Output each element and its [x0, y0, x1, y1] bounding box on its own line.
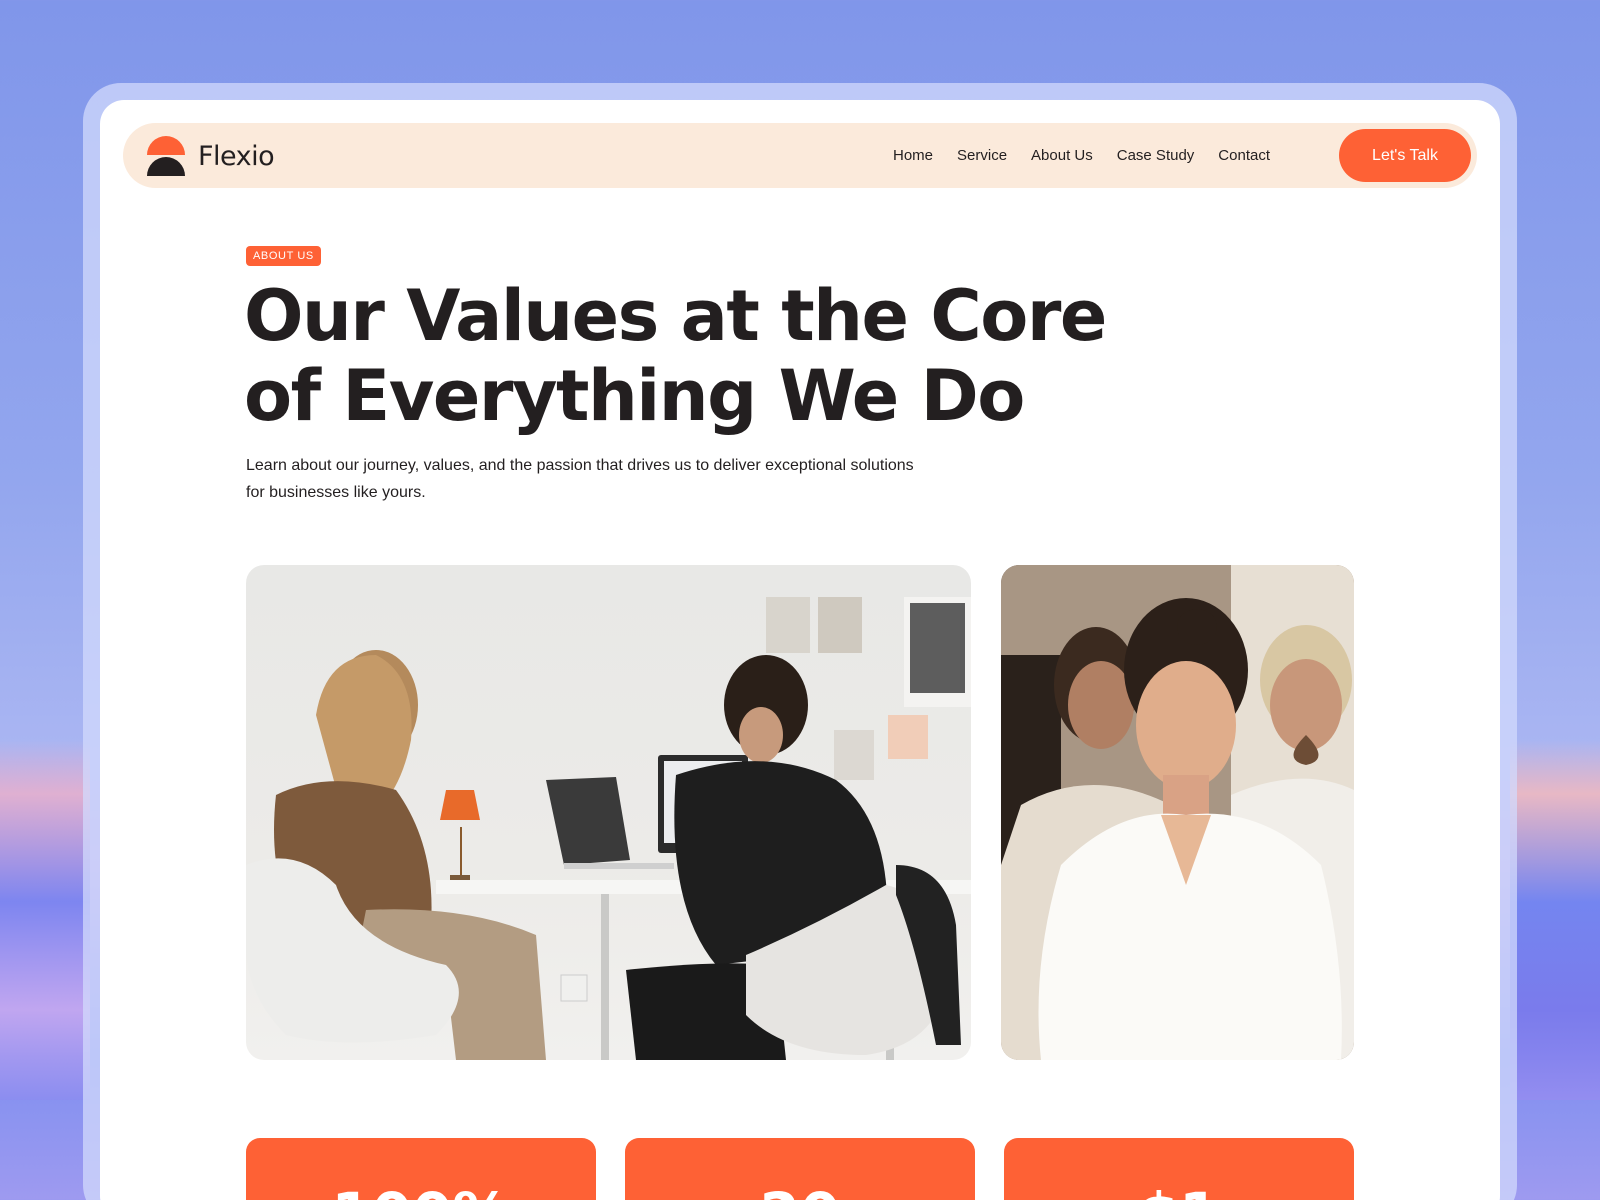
stat-value: 20 [625, 1180, 975, 1200]
stat-card: $1 [1004, 1138, 1354, 1200]
nav-link-home[interactable]: Home [893, 147, 933, 164]
nav-links: Home Service About Us Case Study Contact [893, 123, 1294, 188]
nav-link-contact[interactable]: Contact [1218, 147, 1270, 164]
logo-icon [146, 136, 186, 176]
stats-row: 100% 20 $1 [246, 1138, 1354, 1200]
nav-link-about-us[interactable]: About Us [1031, 147, 1093, 164]
section-badge: ABOUT US [246, 246, 321, 266]
page-title-line-1: Our Values at the Core [244, 275, 1107, 357]
page: Flexio Home Service About Us Case Study … [100, 100, 1500, 1200]
background-glow-left [0, 740, 90, 1100]
office-illustration [246, 597, 971, 1060]
brand-logo[interactable]: Flexio [146, 136, 275, 176]
navbar: Flexio Home Service About Us Case Study … [123, 123, 1477, 188]
page-subtitle: Learn about our journey, values, and the… [246, 457, 914, 501]
lets-talk-button[interactable]: Let's Talk [1339, 129, 1471, 182]
office-photo [246, 565, 971, 1060]
nav-link-case-study[interactable]: Case Study [1117, 147, 1195, 164]
team-illustration [1001, 565, 1354, 1060]
nav-link-service[interactable]: Service [957, 147, 1007, 164]
brand-name: Flexio [198, 140, 275, 172]
page-title: Our Values at the Core of Everything We … [244, 276, 1124, 436]
stat-value: $1 [1004, 1180, 1354, 1200]
team-photo [1001, 565, 1354, 1060]
stat-value: 100% [246, 1180, 596, 1200]
stat-card: 20 [625, 1138, 975, 1200]
background-glow-right [1510, 740, 1600, 1100]
page-title-line-2: of Everything We Do [244, 355, 1025, 437]
stat-card: 100% [246, 1138, 596, 1200]
